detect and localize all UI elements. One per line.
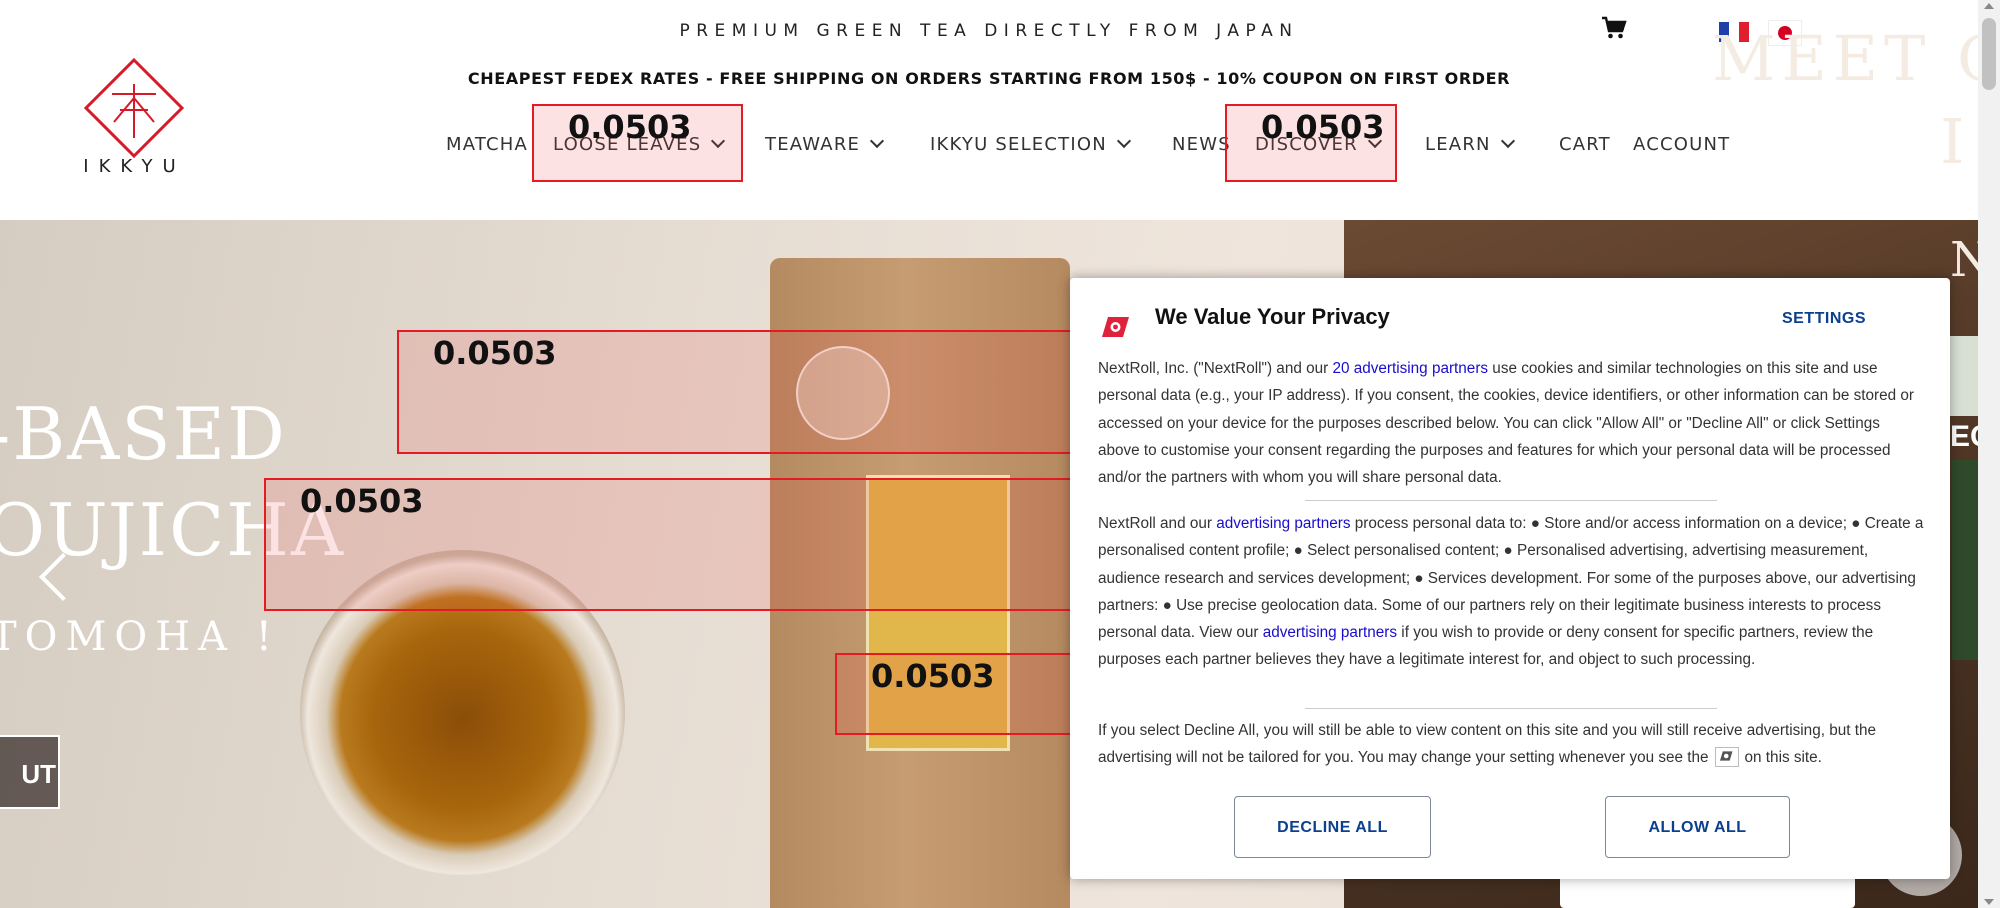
- consent-paragraph-1: NextRoll, Inc. ("NextRoll") and our 20 a…: [1098, 355, 1924, 491]
- nav-item-matcha[interactable]: MATCHA: [446, 133, 528, 157]
- hero-subheading: TOMOHA !: [0, 614, 280, 660]
- nav-label: LEARN: [1425, 134, 1491, 155]
- nav-item-learn[interactable]: LEARN: [1425, 133, 1515, 157]
- consent-paragraph-2: NextRoll and our advertising partners pr…: [1098, 510, 1924, 674]
- annotation-score: 0.0503: [568, 108, 692, 146]
- annotation-score: 0.0503: [433, 334, 557, 372]
- ikkyu-logo[interactable]: [83, 57, 185, 159]
- chevron-down-icon: [1500, 133, 1515, 149]
- chevron-down-icon: [870, 133, 885, 149]
- divider: [1305, 500, 1717, 501]
- allow-all-button[interactable]: ALLOW ALL: [1605, 796, 1790, 858]
- consent-paragraph-3: If you select Decline All, you will stil…: [1098, 717, 1924, 772]
- paragraph-text: use cookies and similar technologies on …: [1098, 360, 1914, 487]
- nav-label: IKKYU SELECTION: [930, 134, 1107, 155]
- cookie-consent-modal: We Value Your Privacy SETTINGS NextRoll,…: [1070, 278, 1950, 879]
- nav-item-news[interactable]: NEWS: [1172, 133, 1231, 157]
- nav-item-teaware[interactable]: TEAWARE: [765, 133, 885, 157]
- settings-button[interactable]: SETTINGS: [1782, 310, 1866, 328]
- advertising-partners-link[interactable]: advertising partners: [1263, 624, 1397, 641]
- nav-label: MATCHA: [446, 134, 529, 155]
- nav-label: TEAWARE: [765, 134, 861, 155]
- advertising-partners-link[interactable]: 20 advertising partners: [1332, 360, 1488, 377]
- hero-right-letter: I: [1940, 105, 1965, 178]
- nav-label: NEWS: [1172, 134, 1231, 155]
- annotation-score: 0.0503: [300, 482, 424, 520]
- annotation-score: 0.0503: [1261, 108, 1385, 146]
- paragraph-text: NextRoll, Inc. ("NextRoll") and our: [1098, 360, 1333, 377]
- nav-item-cart[interactable]: CART: [1559, 133, 1611, 157]
- cart-icon[interactable]: [1601, 16, 1627, 40]
- nav-label: ACCOUNT: [1633, 134, 1731, 155]
- scroll-down-arrow-icon[interactable]: [1984, 899, 1994, 905]
- scroll-thumb[interactable]: [1982, 18, 1996, 90]
- hero-right-heading: MEET O: [1712, 22, 2000, 95]
- paragraph-text: process personal data to: ● Store and/or…: [1098, 515, 1924, 642]
- paragraph-text: NextRoll and our: [1098, 515, 1217, 532]
- scroll-up-arrow-icon[interactable]: [1984, 3, 1994, 9]
- modal-title: We Value Your Privacy: [1155, 304, 1390, 329]
- nav-label: CART: [1559, 134, 1611, 155]
- hero-cta-button[interactable]: UT: [0, 735, 60, 809]
- nav-item-account[interactable]: ACCOUNT: [1633, 133, 1730, 157]
- shipping-banner: CHEAPEST FEDEX RATES - FREE SHIPPING ON …: [467, 69, 1511, 88]
- nextroll-settings-icon[interactable]: [1714, 747, 1739, 768]
- tagline: PREMIUM GREEN TEA DIRECTLY FROM JAPAN: [679, 21, 1299, 41]
- paragraph-text: on this site.: [1744, 749, 1822, 767]
- logo-text: IKKYU: [83, 156, 186, 177]
- chevron-down-icon: [1116, 133, 1131, 149]
- annotation-score: 0.0503: [871, 657, 995, 695]
- nextroll-logo-icon: [1098, 314, 1132, 340]
- decline-all-button[interactable]: DECLINE ALL: [1234, 796, 1431, 858]
- divider: [1305, 708, 1717, 709]
- page-scrollbar[interactable]: [1978, 0, 2000, 908]
- advertising-partners-link[interactable]: advertising partners: [1216, 515, 1350, 532]
- hero-heading-line1: -BASED: [0, 392, 287, 476]
- nav-item-ikkyu-selection[interactable]: IKKYU SELECTION: [930, 133, 1131, 157]
